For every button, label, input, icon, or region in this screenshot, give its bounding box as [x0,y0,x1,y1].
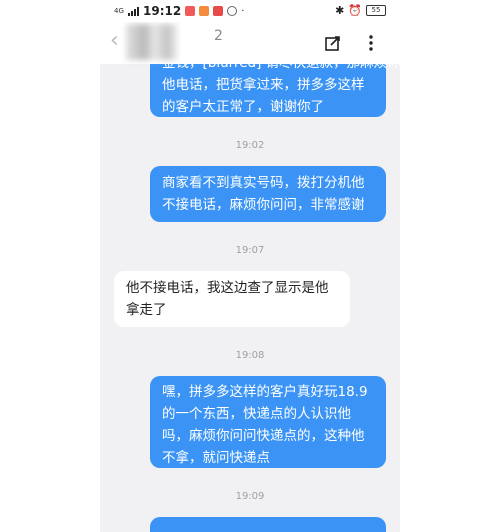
chat-header: ‹ 2 [100,22,400,64]
message-line: 商家看不到真实号码，拨打分机他 [162,175,365,191]
message-line: 不接电话，麻烦你问问，非常感谢 [162,197,365,213]
message-line: 的一个东西，快递点的人认识他 [162,406,351,422]
status-bar: 4G 19:12 · ✱ ⏰ 55 [100,0,400,22]
message-line: 吗，麻烦你问问快递点的，这种他 [162,428,365,444]
app-notification-icon [213,6,224,16]
app-notification-icon [185,6,196,16]
message-bubble-outgoing[interactable]: 嘿，拼多多这样的客户真好玩18.9 的一个东西，快递点的人认识他 吗，麻烦你问问… [150,376,386,468]
back-icon[interactable]: ‹ [110,30,119,52]
message-line: 他电话，把货拿过来，拼多多这样 [162,77,365,93]
message-bubble-incoming[interactable]: 他不接电话，我这边查了显示是他 拿走了 [114,271,350,327]
message-line: 不拿，就问快递点 [162,450,270,466]
message-timestamp: 19:09 [235,491,265,502]
app-notification-icon [227,6,238,16]
app-notification-icon [199,6,210,16]
message-line: 的客户太正常了，谢谢你了 [162,99,324,115]
signal-icon [128,6,139,16]
message-line: 嘿，拼多多这样的客户真好玩18.9 [162,384,368,400]
alarm-icon: ⏰ [348,4,362,17]
message-line: 拿走了 [126,302,167,318]
chat-title: 2 [214,28,224,44]
battery-icon: 55 [366,5,386,16]
message-timestamp: 19:02 [235,140,265,151]
message-line: 他不接电话，我这边查了显示是他 [126,280,329,296]
more-notifications-icon: · [241,5,245,17]
message-bubble-outgoing[interactable]: 商家看不到真实号码，拨打分机他 不接电话，麻烦你问问，非常感谢 [150,166,386,222]
network-type: 4G [114,6,124,15]
message-timestamp: 19:08 [235,350,265,361]
contact-name-blurred [126,24,178,60]
chat-screen: 4G 19:12 · ✱ ⏰ 55 ‹ 2 他电话，把货拿过来，拼多多这样 的客… [100,0,400,532]
message-bubble-outgoing[interactable] [150,517,386,532]
share-icon[interactable] [324,34,342,52]
bluetooth-icon: ✱ [335,4,345,17]
status-time: 19:12 [143,4,182,18]
message-timestamp: 19:07 [235,245,265,256]
more-icon[interactable] [362,34,380,52]
